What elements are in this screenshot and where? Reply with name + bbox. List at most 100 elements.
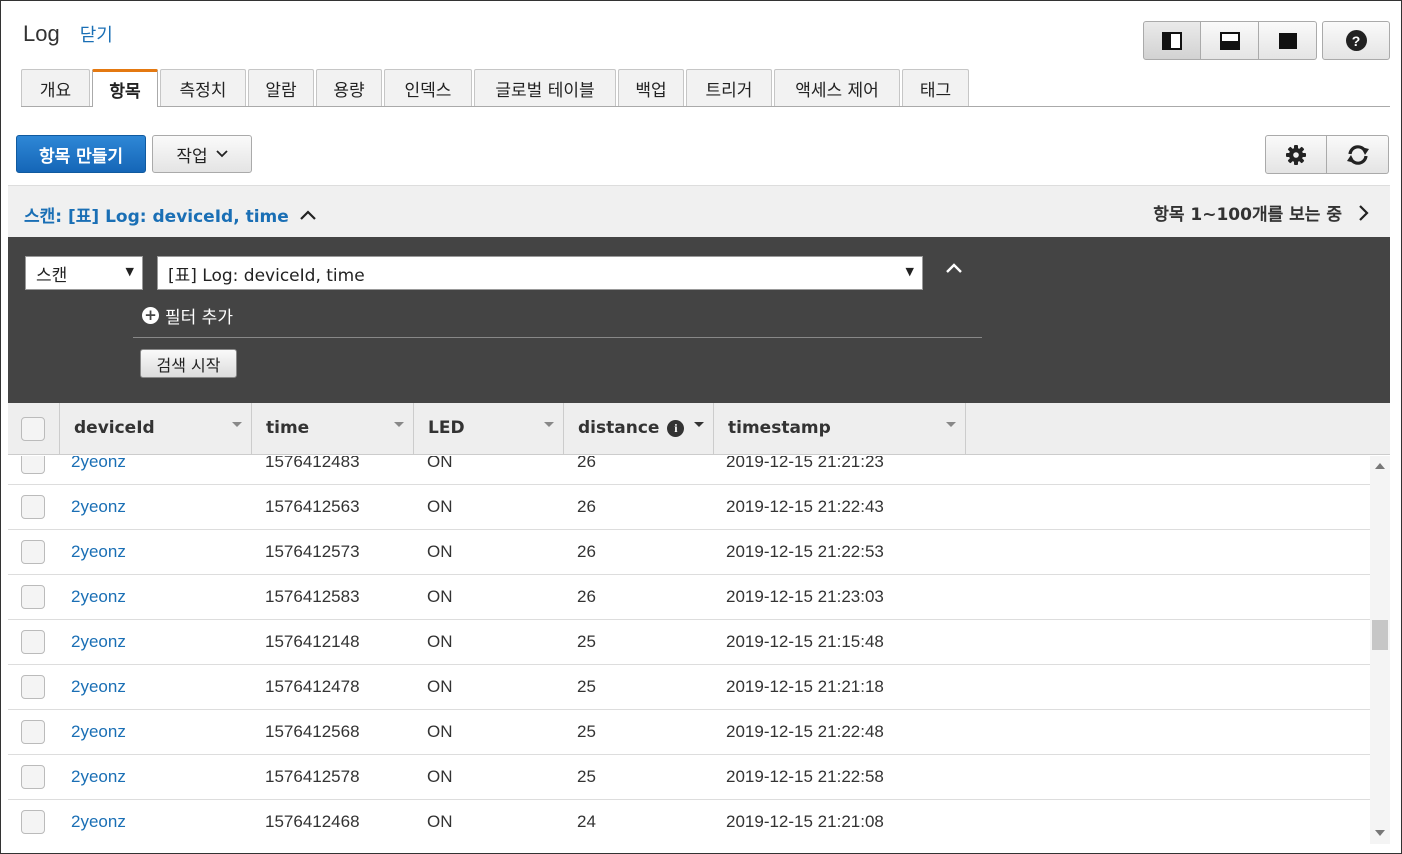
tab-tags[interactable]: 태그 — [902, 69, 969, 106]
cell-timestamp: 2019-12-15 21:22:58 — [726, 767, 884, 786]
cell-distance: 25 — [577, 632, 596, 651]
select-all-column — [8, 403, 60, 455]
cell-time: 1576412483 — [265, 456, 360, 471]
table-scrollbar[interactable] — [1370, 456, 1390, 844]
table-row[interactable]: 2yeonz 1576412468 ON 24 2019-12-15 21:21… — [8, 800, 1370, 844]
cell-timestamp: 2019-12-15 21:22:43 — [726, 497, 884, 516]
cell-deviceid[interactable]: 2yeonz — [71, 767, 126, 787]
cell-time: 1576412583 — [265, 587, 360, 606]
start-search-button[interactable]: 검색 시작 — [140, 349, 237, 378]
table-index-select[interactable]: [표] Log: deviceId, time ▼ — [157, 256, 923, 290]
scan-toggle[interactable]: 스캔: [표] Log: deviceId, time — [24, 202, 317, 227]
tab-global-tables[interactable]: 글로벌 테이블 — [474, 69, 616, 106]
cell-deviceid[interactable]: 2yeonz — [71, 722, 126, 742]
cell-time: 1576412563 — [265, 497, 360, 516]
full-view-button[interactable] — [1259, 21, 1317, 60]
row-checkbox[interactable] — [21, 810, 45, 834]
cell-timestamp: 2019-12-15 21:21:18 — [726, 677, 884, 696]
row-checkbox[interactable] — [21, 630, 45, 654]
cell-distance: 26 — [577, 542, 596, 561]
refresh-button[interactable] — [1327, 135, 1389, 174]
scan-title: 스캔: [표] Log: deviceId, time — [24, 207, 289, 227]
table-row[interactable]: 2yeonz 1576412568 ON 25 2019-12-15 21:22… — [8, 710, 1370, 755]
create-item-button[interactable]: 항목 만들기 — [16, 135, 146, 173]
tab-capacity[interactable]: 용량 — [316, 69, 382, 106]
table-row[interactable]: 2yeonz 1576412483 ON 26 2019-12-15 21:21… — [8, 456, 1370, 485]
row-checkbox[interactable] — [21, 585, 45, 609]
split-horizontal-view-button[interactable] — [1201, 21, 1259, 60]
tab-indexes[interactable]: 인덱스 — [384, 69, 472, 106]
table-header: deviceId time LED distance i timestamp — [8, 403, 1390, 455]
row-checkbox[interactable] — [21, 540, 45, 564]
cell-led: ON — [427, 677, 453, 696]
cell-distance: 26 — [577, 497, 596, 516]
table-row[interactable]: 2yeonz 1576412478 ON 25 2019-12-15 21:21… — [8, 665, 1370, 710]
cell-timestamp: 2019-12-15 21:15:48 — [726, 632, 884, 651]
scrollbar-thumb[interactable] — [1372, 620, 1388, 650]
tab-items[interactable]: 항목 — [92, 69, 158, 107]
column-header-led[interactable]: LED — [414, 403, 564, 455]
sort-caret-icon — [394, 422, 404, 427]
split-vertical-view-button[interactable] — [1143, 21, 1201, 60]
title-row: Log 닫기 — [23, 21, 113, 47]
cell-deviceid[interactable]: 2yeonz — [71, 542, 126, 562]
table-row[interactable]: 2yeonz 1576412148 ON 25 2019-12-15 21:15… — [8, 620, 1370, 665]
cell-deviceid[interactable]: 2yeonz — [71, 632, 126, 652]
cell-timestamp: 2019-12-15 21:23:03 — [726, 587, 884, 606]
column-header-deviceid[interactable]: deviceId — [60, 403, 252, 455]
cell-timestamp: 2019-12-15 21:22:48 — [726, 722, 884, 741]
tab-triggers[interactable]: 트리거 — [686, 69, 772, 106]
row-checkbox[interactable] — [21, 456, 45, 474]
table-row[interactable]: 2yeonz 1576412583 ON 26 2019-12-15 21:23… — [8, 575, 1370, 620]
scroll-up-arrow-icon[interactable] — [1375, 463, 1385, 469]
row-checkbox[interactable] — [21, 495, 45, 519]
collapse-panel-icon[interactable] — [944, 261, 964, 275]
chevron-down-icon — [216, 150, 228, 158]
tab-bar: 개요 항목 측정치 알람 용량 인덱스 글로벌 테이블 백업 트리거 액세스 제… — [21, 69, 1390, 107]
gear-icon — [1286, 144, 1306, 165]
cell-led: ON — [427, 812, 453, 831]
tab-overview[interactable]: 개요 — [21, 69, 90, 106]
split-horizontal-icon — [1219, 31, 1240, 50]
add-filter-button[interactable]: + 필터 추가 — [142, 303, 233, 328]
cell-timestamp: 2019-12-15 21:21:23 — [726, 456, 884, 471]
divider — [133, 337, 982, 338]
chevron-right-icon[interactable] — [1358, 204, 1370, 222]
row-checkbox[interactable] — [21, 675, 45, 699]
cell-deviceid[interactable]: 2yeonz — [71, 677, 126, 697]
table-row[interactable]: 2yeonz 1576412573 ON 26 2019-12-15 21:22… — [8, 530, 1370, 575]
table-row[interactable]: 2yeonz 1576412563 ON 26 2019-12-15 21:22… — [8, 485, 1370, 530]
row-checkbox[interactable] — [21, 720, 45, 744]
cell-deviceid[interactable]: 2yeonz — [71, 497, 126, 517]
cell-deviceid[interactable]: 2yeonz — [71, 587, 126, 607]
tab-metrics[interactable]: 측정치 — [160, 69, 246, 106]
tab-access-control[interactable]: 액세스 제어 — [774, 69, 900, 106]
help-button[interactable]: ? — [1322, 21, 1390, 60]
item-count-text: 항목 1~100개를 보는 중 — [1153, 205, 1342, 225]
column-header-time[interactable]: time — [252, 403, 414, 455]
scroll-down-arrow-icon[interactable] — [1375, 830, 1385, 836]
cell-deviceid[interactable]: 2yeonz — [71, 812, 126, 832]
cell-distance: 25 — [577, 767, 596, 786]
settings-button[interactable] — [1265, 135, 1327, 174]
info-icon[interactable]: i — [667, 419, 685, 437]
column-header-timestamp[interactable]: timestamp — [714, 403, 966, 455]
cell-led: ON — [427, 542, 453, 561]
cell-time: 1576412468 — [265, 812, 360, 831]
tab-backups[interactable]: 백업 — [618, 69, 684, 106]
select-all-checkbox[interactable] — [21, 417, 45, 441]
cell-led: ON — [427, 587, 453, 606]
close-link[interactable]: 닫기 — [80, 21, 113, 47]
column-label: timestamp — [728, 418, 831, 438]
tab-alarms[interactable]: 알람 — [248, 69, 314, 106]
cell-distance: 26 — [577, 456, 596, 471]
table-row[interactable]: 2yeonz 1576412578 ON 25 2019-12-15 21:22… — [8, 755, 1370, 800]
actions-dropdown-button[interactable]: 작업 — [152, 135, 252, 173]
cell-deviceid[interactable]: 2yeonz — [71, 456, 126, 472]
sort-caret-icon — [946, 422, 956, 427]
row-checkbox[interactable] — [21, 765, 45, 789]
column-header-distance[interactable]: distance i — [564, 403, 714, 455]
cell-time: 1576412573 — [265, 542, 360, 561]
table-index-value: [표] Log: deviceId, time — [168, 265, 365, 286]
scan-mode-select[interactable]: 스캔 ▼ — [25, 256, 143, 290]
